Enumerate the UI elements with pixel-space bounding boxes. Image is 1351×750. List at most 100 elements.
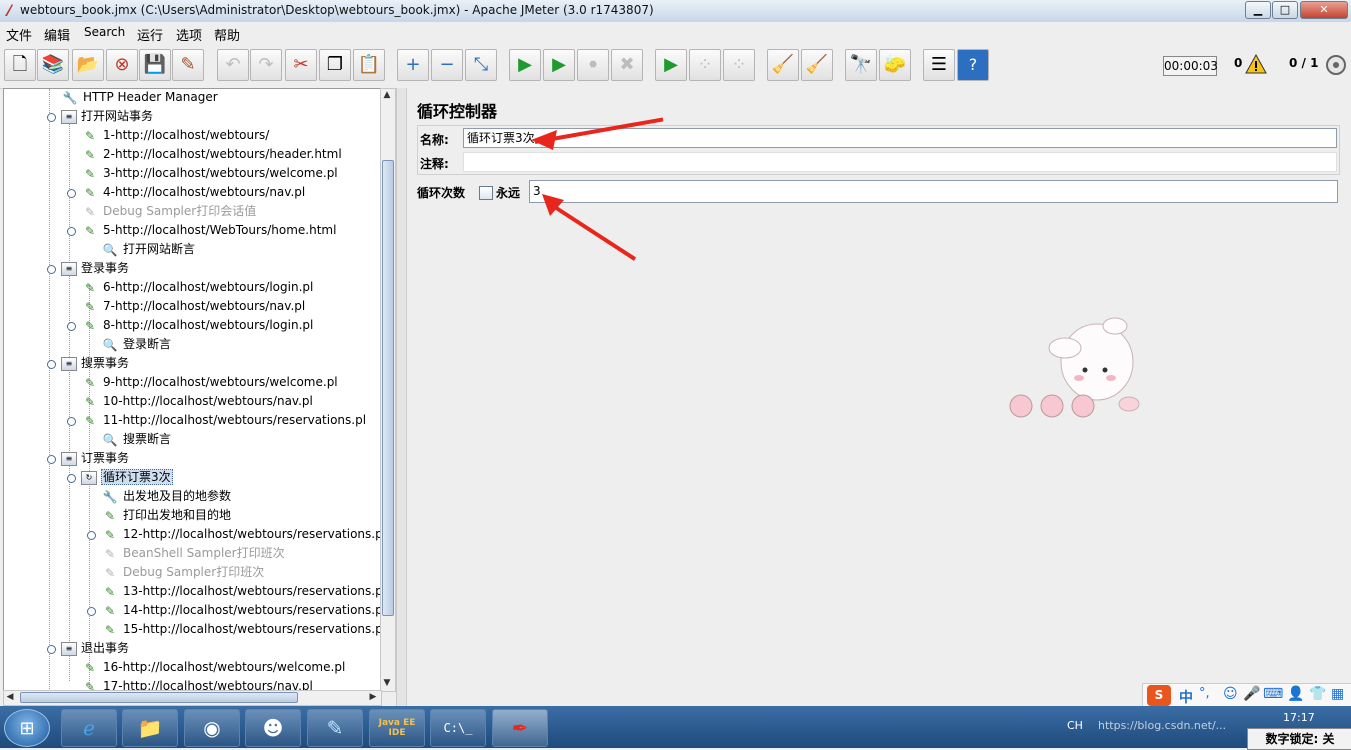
tree-node[interactable]: ≡ 打开网站事务 [61,107,153,126]
tree-node[interactable]: ✎ 15-http://localhost/webtours/reservatio… [101,620,381,639]
tree-expand-handle[interactable] [87,531,96,540]
tree-node[interactable]: ≡ 搜票事务 [61,354,129,373]
scroll-left-arrow-icon[interactable]: ◀ [4,691,16,703]
command-prompt-icon[interactable]: C:\_ [430,709,486,747]
function-helper-icon[interactable]: ☰ [923,49,955,81]
maximize-button[interactable]: □ [1272,1,1298,19]
jmeter-icon[interactable]: ✒ [492,709,548,747]
start-no-pause-icon[interactable]: ▶ [543,49,575,81]
ime-skin-icon[interactable]: 👕 [1309,686,1326,702]
shutdown-icon[interactable]: ✖ [611,49,643,81]
scroll-up-arrow-icon[interactable]: ▲ [381,89,393,101]
tree-expand-handle[interactable] [67,322,76,331]
tree-node[interactable]: ≡ 登录事务 [61,259,129,278]
copy-icon[interactable]: ❐ [319,49,351,81]
start-icon[interactable]: ▶ [509,49,541,81]
tree-expand-handle[interactable] [67,417,76,426]
close-icon[interactable]: ⊗ [106,49,138,81]
cut-icon[interactable]: ✂ [285,49,317,81]
language-indicator[interactable]: CH [1067,719,1083,732]
ime-emoji-icon[interactable]: ☺ [1223,686,1238,702]
tree-node[interactable]: ≡ 退出事务 [61,639,129,658]
tree-vertical-scroll-thumb[interactable] [382,160,394,616]
templates-icon[interactable]: 📚 [37,49,69,81]
expand-icon[interactable]: + [397,49,429,81]
tree-node[interactable]: ✎ 13-http://localhost/webtours/reservatio… [101,582,381,601]
save-as-icon[interactable]: ✎ [172,49,204,81]
minimize-button[interactable]: ▁ [1245,1,1271,19]
tree-node[interactable]: ✎ Debug Sampler打印会话值 [81,202,256,221]
stop-icon[interactable]: ⬣ [577,49,609,81]
tree-node[interactable]: ≡ 订票事务 [61,449,129,468]
reset-search-icon[interactable]: 🧽 [879,49,911,81]
save-icon[interactable]: 💾 [139,49,171,81]
tree-expand-handle[interactable] [67,474,76,483]
tree-node[interactable]: ✎ 5-http://localhost/WebTours/home.html [81,221,336,240]
tree-node[interactable]: ✎ 6-http://localhost/webtours/login.pl [81,278,313,297]
warning-icon[interactable] [1245,54,1267,74]
toggle-icon[interactable]: ⤡ [465,49,497,81]
new-icon[interactable]: 🗋 [4,49,36,81]
test-plan-tree[interactable]: 🔧 HTTP Header Manager ≡ 打开网站事务 ✎ 1-http://loc… [3,88,382,692]
tree-node[interactable]: ✎ Debug Sampler打印班次 [101,563,264,582]
tree-node[interactable]: 🔍 打开网站断言 [101,240,196,259]
internet-explorer-icon[interactable]: ℯ [61,709,117,747]
forever-checkbox[interactable] [479,186,493,200]
scroll-right-arrow-icon[interactable]: ▶ [367,691,379,703]
paste-icon[interactable]: 📋 [353,49,385,81]
notepad-icon[interactable]: ✎ [307,709,363,747]
tree-node[interactable]: ✎ 7-http://localhost/webtours/nav.pl [81,297,305,316]
windows-start-icon[interactable]: ⊞ [4,709,50,747]
tree-node[interactable]: ✎ 16-http://localhost/webtours/welcome.pl [81,658,345,677]
tree-expand-handle[interactable] [47,455,56,464]
remote-start-icon[interactable]: ▶ [655,49,687,81]
ime-keyboard-icon[interactable]: ⌨ [1263,686,1283,702]
open-icon[interactable]: 📂 [72,49,104,81]
user-app-icon[interactable]: ☻ [245,709,301,747]
tree-expand-handle[interactable] [47,265,56,274]
java-ee-ide-icon[interactable]: Java EE IDE [369,709,425,747]
comment-field[interactable] [463,152,1337,172]
loop-count-field[interactable]: 3 [529,180,1338,203]
tree-node[interactable]: 🔍 登录断言 [101,335,172,354]
tree-expand-handle[interactable] [47,360,56,369]
tree-node[interactable]: 🔍 搜票断言 [101,430,172,449]
tree-node[interactable]: ✎ 2-http://localhost/webtours/header.html [81,145,342,164]
tree-node[interactable]: ✎ 10-http://localhost/webtours/nav.pl [81,392,313,411]
tree-node[interactable]: ↻ 循环订票3次 [81,468,173,487]
close-button[interactable]: ✕ [1300,1,1348,19]
ime-voice-icon[interactable]: 🎤 [1243,686,1260,702]
tree-node[interactable]: ✎ 8-http://localhost/webtours/login.pl [81,316,313,335]
sogou-ime-icon[interactable]: S [1147,685,1171,706]
tree-node[interactable]: ✎ 12-http://localhost/webtours/reservatio… [101,525,381,544]
tree-node[interactable]: ✎ 9-http://localhost/webtours/welcome.pl [81,373,338,392]
tree-node[interactable]: ✎ BeanShell Sampler打印班次 [101,544,285,563]
ime-user-icon[interactable]: 👤 [1287,686,1304,702]
tree-node[interactable]: ✎ 打印出发地和目的地 [101,506,231,525]
remote-shutdown-icon[interactable]: ⁘ [723,49,755,81]
tree-horizontal-scroll-thumb[interactable] [20,692,298,703]
collapse-icon[interactable]: − [431,49,463,81]
tree-node[interactable]: ✎ 14-http://localhost/webtours/reservatio… [101,601,381,620]
tree-node[interactable]: 🔧 HTTP Header Manager [61,89,218,107]
search-icon[interactable]: 🔭 [845,49,877,81]
ime-chinese-mode[interactable]: 中 [1179,687,1193,707]
tree-expand-handle[interactable] [67,227,76,236]
menu-search[interactable]: Search [84,25,125,39]
file-explorer-icon[interactable]: 📁 [122,709,178,747]
redo-icon[interactable]: ↷ [250,49,282,81]
clear-all-icon[interactable]: 🧹 [801,49,833,81]
tree-expand-handle[interactable] [87,607,96,616]
undo-icon[interactable]: ↶ [217,49,249,81]
tree-expand-handle[interactable] [67,189,76,198]
remote-stop-icon[interactable]: ⁘ [689,49,721,81]
ime-punctuation[interactable]: °, [1199,686,1210,701]
system-clock[interactable]: 17:17 [1283,711,1315,724]
tree-node[interactable]: ✎ 4-http://localhost/webtours/nav.pl [81,183,305,202]
tree-node[interactable]: ✎ 3-http://localhost/webtours/welcome.pl [81,164,338,183]
chrome-icon[interactable]: ◉ [184,709,240,747]
scroll-down-arrow-icon[interactable]: ▼ [381,677,393,689]
tree-expand-handle[interactable] [47,113,56,122]
tree-expand-handle[interactable] [47,645,56,654]
ime-menu-icon[interactable]: ▦ [1331,686,1344,702]
